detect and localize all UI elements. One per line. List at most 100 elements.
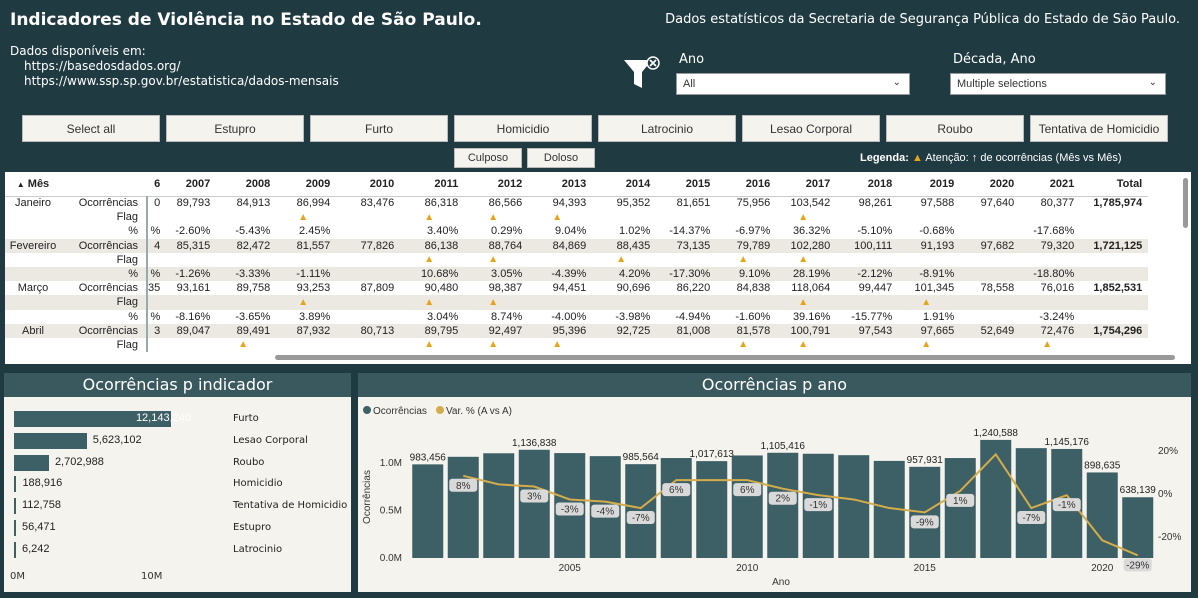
table-cell: 3.04% bbox=[427, 310, 459, 323]
table-cell: -5.43% bbox=[235, 225, 271, 238]
indicator-button-latrocinio[interactable]: Latrocinio bbox=[598, 115, 736, 142]
column-header-year[interactable]: 2015 bbox=[656, 172, 717, 197]
column-header-year[interactable]: 2010 bbox=[336, 172, 401, 197]
year-bar[interactable] bbox=[838, 455, 870, 558]
bar-value-label: 112,758 bbox=[22, 499, 61, 512]
indicador-bar[interactable] bbox=[14, 432, 87, 449]
column-header-year[interactable]: 2011 bbox=[400, 172, 465, 197]
row-total: 1,721,125 bbox=[1080, 238, 1149, 253]
indicador-bar[interactable] bbox=[14, 454, 49, 471]
indicator-button-tentativa-de-homicidio[interactable]: Tentativa de Homicidio bbox=[1030, 115, 1168, 142]
indicator-button-roubo[interactable]: Roubo bbox=[886, 115, 1024, 142]
category-label: Lesao Corporal bbox=[233, 434, 308, 446]
year-bar[interactable] bbox=[1122, 497, 1154, 558]
culposo-button[interactable]: Culposo bbox=[454, 148, 522, 168]
year-bar[interactable] bbox=[767, 452, 799, 558]
column-header-year[interactable]: 2009 bbox=[276, 172, 337, 197]
y2-tick-label: -20% bbox=[1158, 532, 1181, 543]
year-bar[interactable] bbox=[483, 453, 515, 558]
table-cell bbox=[836, 253, 898, 267]
filter-ano-dropdown[interactable]: All ⌄ bbox=[676, 73, 910, 95]
indicator-button-homicidio[interactable]: Homicidio bbox=[454, 115, 592, 142]
table-cell bbox=[145, 252, 167, 267]
page-subtitle: Dados estatísticos da Secretaria de Segu… bbox=[665, 12, 1180, 27]
table-cell: 84,869 bbox=[528, 238, 593, 253]
row-measure-label: Ocorrências bbox=[78, 282, 138, 295]
table-cell bbox=[592, 295, 657, 310]
column-header-year[interactable]: 2008 bbox=[216, 172, 277, 197]
legend-label: Var. % (A vs A) bbox=[446, 406, 512, 417]
indicador-bar[interactable] bbox=[14, 520, 16, 536]
indicador-bar[interactable] bbox=[14, 498, 16, 515]
pct-label: -1% bbox=[1058, 500, 1076, 511]
bar-value-label: 898,635 bbox=[1084, 460, 1121, 471]
year-bar[interactable] bbox=[447, 456, 479, 558]
table-cell bbox=[166, 338, 216, 352]
source-link-ssp[interactable]: https://www.ssp.sp.gov.br/estatistica/da… bbox=[10, 74, 339, 89]
indicator-button-select-all[interactable]: Select all bbox=[22, 115, 160, 142]
year-bar[interactable] bbox=[731, 455, 763, 558]
table-cell: % bbox=[145, 224, 167, 239]
column-header-partial[interactable]: 6 bbox=[147, 172, 167, 197]
table-cell: 99,447 bbox=[858, 282, 893, 295]
column-header-total[interactable]: Total bbox=[1080, 172, 1149, 197]
table-cell: 89,758 bbox=[236, 282, 271, 295]
pct-label: -4% bbox=[596, 507, 614, 518]
indicator-button-furto[interactable]: Furto bbox=[310, 115, 448, 142]
matrix-table[interactable]: ▲ Mês 6 2007 2008 2009 2010 2011 2012 2013 2014 20… bbox=[5, 172, 1191, 364]
row-month bbox=[5, 310, 67, 324]
column-header-year[interactable]: 2007 bbox=[166, 172, 217, 197]
table-cell: 78,558 bbox=[980, 282, 1015, 295]
column-header-year[interactable]: 2013 bbox=[528, 172, 593, 197]
table-cell: 81,008 bbox=[656, 323, 717, 338]
column-header-year[interactable]: 2012 bbox=[464, 172, 529, 197]
table-cell bbox=[1020, 295, 1081, 310]
year-bar[interactable] bbox=[518, 449, 550, 558]
column-header-year[interactable]: 2017 bbox=[776, 172, 837, 197]
filter-decada-dropdown[interactable]: Multiple selections ⌄ bbox=[950, 73, 1166, 95]
table-row: Flag ▲ ▲ ▲ ▲ ▲ bbox=[5, 252, 1148, 267]
column-header-year[interactable]: 2020 bbox=[960, 172, 1021, 197]
bar-value-label: 1,136,838 bbox=[512, 438, 557, 449]
chevron-down-icon: ⌄ bbox=[1148, 77, 1157, 88]
column-header-year[interactable]: 2019 bbox=[898, 172, 961, 197]
doloso-button[interactable]: Doloso bbox=[527, 148, 595, 168]
indicator-button-lesao-corporal[interactable]: Lesao Corporal bbox=[742, 115, 880, 142]
row-month bbox=[5, 295, 67, 310]
table-row: Fevereiro Ocorrências 4 85,315 82,472 81,557 7… bbox=[5, 238, 1149, 253]
column-header-year[interactable]: 2016 bbox=[716, 172, 777, 197]
table-cell bbox=[528, 295, 593, 310]
indicator-button-estupro[interactable]: Estupro bbox=[166, 115, 304, 142]
year-bar[interactable] bbox=[944, 458, 976, 558]
table-cell: 81,557 bbox=[276, 238, 337, 253]
source-link-basedosdados[interactable]: https://basedosdados.org/ bbox=[10, 59, 339, 74]
table-cell bbox=[836, 338, 898, 352]
year-bar[interactable] bbox=[696, 461, 728, 558]
horizontal-scrollbar[interactable] bbox=[275, 355, 1175, 360]
indicador-bar[interactable] bbox=[14, 476, 17, 493]
table-row: Flag ▲ ▲ ▲ ▲ ▲ bbox=[5, 295, 1149, 310]
year-bar[interactable] bbox=[980, 439, 1012, 558]
warning-icon: ▲ bbox=[1042, 339, 1053, 351]
year-bar[interactable] bbox=[412, 464, 444, 558]
indicador-panel: Ocorrências p indicador 12,143,240 Furto 5… bbox=[4, 373, 351, 592]
sort-column-mes[interactable]: ▲ Mês bbox=[5, 172, 67, 197]
table-cell: 84,838 bbox=[736, 282, 771, 295]
pct-label: 3% bbox=[527, 492, 542, 503]
pct-label: 2% bbox=[776, 494, 791, 505]
table-cell: 93,161 bbox=[176, 282, 211, 295]
table-cell bbox=[898, 253, 960, 267]
table-cell: 10.68% bbox=[400, 266, 465, 282]
vertical-scrollbar[interactable] bbox=[1183, 178, 1188, 228]
clear-filter-icon[interactable] bbox=[620, 56, 660, 92]
table-cell bbox=[145, 210, 167, 225]
table-cell: 97,665 bbox=[898, 323, 961, 338]
column-header-year[interactable]: 2021 bbox=[1020, 172, 1081, 197]
x-tick-label: 0M bbox=[10, 571, 25, 582]
column-header-year[interactable]: 2014 bbox=[592, 172, 657, 197]
column-header-year[interactable]: 2018 bbox=[836, 172, 899, 197]
table-cell: 8.74% bbox=[491, 310, 523, 323]
year-bar[interactable] bbox=[660, 458, 692, 558]
indicador-bar[interactable] bbox=[14, 541, 16, 558]
table-row: Janeiro Ocorrências 0 89,793 84,913 86,994 83,… bbox=[5, 196, 1148, 211]
